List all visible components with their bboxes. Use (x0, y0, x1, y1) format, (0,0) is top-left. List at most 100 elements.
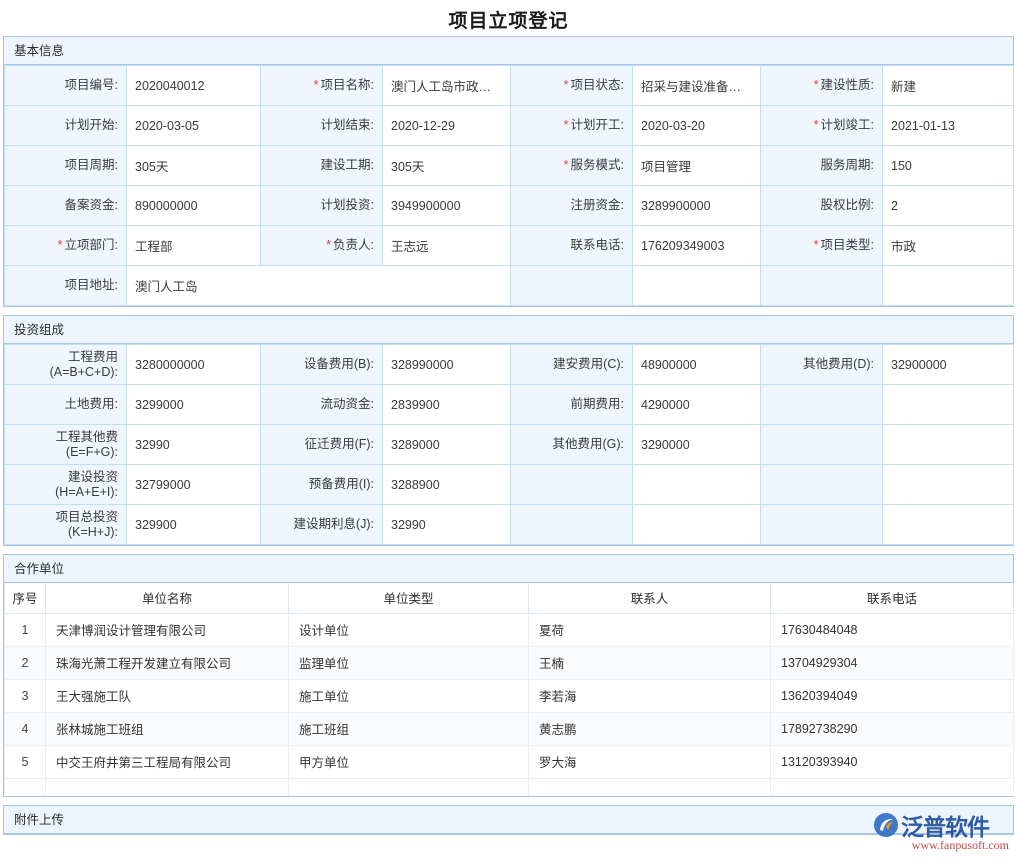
field-value[interactable]: 工程部 (127, 226, 261, 266)
required-asterisk: * (814, 118, 819, 132)
table-cell: 王楠 (529, 646, 771, 679)
field-value[interactable]: 4290000 (633, 385, 761, 425)
empty-cell (883, 505, 1014, 545)
field-label: *项目类型: (761, 226, 883, 266)
field-value[interactable]: 招采与建设准备阶段 (633, 66, 761, 106)
field-value[interactable]: 2021-01-13 (883, 106, 1014, 146)
field-value[interactable]: 176209349003 (633, 226, 761, 266)
empty-cell (289, 778, 529, 796)
field-value-address[interactable]: 澳门人工岛 (127, 266, 511, 306)
field-value[interactable]: 澳门人工岛市政项目 (383, 66, 511, 106)
partners-table: 序号单位名称单位类型联系人联系电话 1天津博润设计管理有限公司设计单位夏荷176… (4, 583, 1014, 796)
table-cell: 17630484048 (771, 613, 1014, 646)
table-cell: 设计单位 (289, 613, 529, 646)
required-asterisk: * (814, 238, 819, 252)
field-value[interactable]: 890000000 (127, 186, 261, 226)
table-cell: 监理单位 (289, 646, 529, 679)
table-row[interactable]: 5中交王府井第三工程局有限公司甲方单位罗大海13120393940 (5, 745, 1014, 778)
investment-panel: 投资组成 工程费用(A=B+C+D):3280000000设备费用(B):328… (3, 315, 1014, 546)
field-value[interactable]: 2020040012 (127, 66, 261, 106)
required-asterisk: * (314, 78, 319, 92)
partners-header-row: 序号单位名称单位类型联系人联系电话 (5, 583, 1014, 613)
field-value[interactable]: 2839900 (383, 385, 511, 425)
field-value[interactable]: 48900000 (633, 345, 761, 385)
row-index: 2 (5, 646, 46, 679)
empty-cell (883, 266, 1014, 306)
empty-cell (761, 266, 883, 306)
table-row[interactable]: 2珠海光萧工程开发建立有限公司监理单位王楠13704929304 (5, 646, 1014, 679)
field-label: 其他费用(D): (761, 345, 883, 385)
column-header[interactable]: 单位名称 (46, 583, 289, 613)
field-value[interactable]: 329900 (127, 505, 261, 545)
field-value[interactable]: 3299000 (127, 385, 261, 425)
empty-cell (771, 778, 1014, 796)
field-label: 建设工期: (261, 146, 383, 186)
table-cell: 13120393940 (771, 745, 1014, 778)
field-label: 设备费用(B): (261, 345, 383, 385)
field-value[interactable]: 150 (883, 146, 1014, 186)
field-value[interactable]: 2020-03-05 (127, 106, 261, 146)
field-value[interactable]: 市政 (883, 226, 1014, 266)
field-value[interactable]: 305天 (127, 146, 261, 186)
required-asterisk: * (564, 118, 569, 132)
field-value[interactable]: 328990000 (383, 345, 511, 385)
table-row[interactable]: 1天津博润设计管理有限公司设计单位夏荷17630484048 (5, 613, 1014, 646)
field-label: 服务周期: (761, 146, 883, 186)
field-value[interactable]: 3290000 (633, 425, 761, 465)
field-label: 项目编号: (5, 66, 127, 106)
field-value[interactable]: 3289000 (383, 425, 511, 465)
field-label: 计划投资: (261, 186, 383, 226)
field-label: 联系电话: (511, 226, 633, 266)
column-header[interactable]: 联系电话 (771, 583, 1014, 613)
table-cell: 13704929304 (771, 646, 1014, 679)
field-value[interactable]: 32990 (127, 425, 261, 465)
field-value[interactable]: 2 (883, 186, 1014, 226)
field-value[interactable]: 3280000000 (127, 345, 261, 385)
field-label: *立项部门: (5, 226, 127, 266)
empty-cell (633, 505, 761, 545)
field-label: 建设期利息(J): (261, 505, 383, 545)
form-row: 项目总投资(K=H+J):329900建设期利息(J):32990 (5, 505, 1014, 545)
row-index: 3 (5, 679, 46, 712)
partners-header: 合作单位 (4, 555, 1013, 583)
field-value[interactable]: 3288900 (383, 465, 511, 505)
empty-cell (883, 385, 1014, 425)
empty-cell (761, 385, 883, 425)
empty-cell (761, 425, 883, 465)
field-value[interactable]: 王志远 (383, 226, 511, 266)
table-row[interactable]: 3王大强施工队施工单位李若海13620394049 (5, 679, 1014, 712)
field-value[interactable]: 2020-03-20 (633, 106, 761, 146)
table-cell: 李若海 (529, 679, 771, 712)
column-header[interactable]: 联系人 (529, 583, 771, 613)
field-label: *项目名称: (261, 66, 383, 106)
table-cell: 天津博润设计管理有限公司 (46, 613, 289, 646)
form-row: 建设投资(H=A+E+I):32799000预备费用(I):3288900 (5, 465, 1014, 505)
table-cell: 罗大海 (529, 745, 771, 778)
field-value[interactable]: 3949900000 (383, 186, 511, 226)
column-header[interactable]: 序号 (5, 583, 46, 613)
empty-cell (46, 778, 289, 796)
field-label: 征迁费用(F): (261, 425, 383, 465)
table-cell: 黄志鹏 (529, 712, 771, 745)
field-value[interactable]: 32990 (383, 505, 511, 545)
field-value[interactable]: 305天 (383, 146, 511, 186)
table-row[interactable]: 4张林城施工班组施工班组黄志鹏17892738290 (5, 712, 1014, 745)
field-value[interactable]: 新建 (883, 66, 1014, 106)
field-value[interactable]: 32799000 (127, 465, 261, 505)
attachment-panel: 附件上传 (3, 805, 1014, 835)
required-asterisk: * (564, 78, 569, 92)
field-label: *服务模式: (511, 146, 633, 186)
row-index: 1 (5, 613, 46, 646)
field-value[interactable]: 项目管理 (633, 146, 761, 186)
field-value[interactable]: 32900000 (883, 345, 1014, 385)
required-asterisk: * (58, 238, 63, 252)
required-asterisk: * (326, 238, 331, 252)
field-value[interactable]: 3289900000 (633, 186, 761, 226)
column-header[interactable]: 单位类型 (289, 583, 529, 613)
form-row: 项目周期:305天建设工期:305天*服务模式:项目管理服务周期:150 (5, 146, 1014, 186)
field-label: 建安费用(C): (511, 345, 633, 385)
table-filler-row (5, 778, 1014, 796)
field-label: 备案资金: (5, 186, 127, 226)
field-value[interactable]: 2020-12-29 (383, 106, 511, 146)
field-label: 土地费用: (5, 385, 127, 425)
